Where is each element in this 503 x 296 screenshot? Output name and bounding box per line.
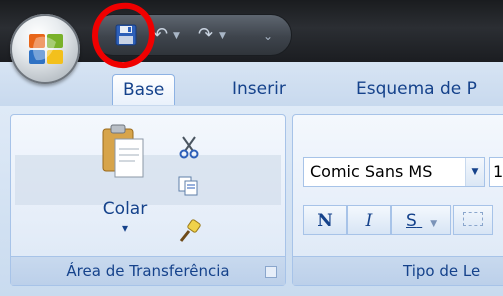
clipboard-group: Colar ▾ Área de Transferência xyxy=(10,114,286,286)
ribbon: Colar ▾ Área de Transferência Comic Sans… xyxy=(0,106,503,296)
customize-toolbar-icon[interactable]: ⌄ xyxy=(263,29,273,43)
font-group: Comic Sans MS ▼ 1 N I S ▼ Tipo de Le xyxy=(292,114,503,286)
clipboard-group-label: Área de Transferência xyxy=(11,256,285,285)
underline-label: S xyxy=(406,211,417,231)
paste-label: Colar xyxy=(102,199,148,219)
font-size-value: 1 xyxy=(493,162,503,181)
clipboard-group-title: Área de Transferência xyxy=(66,262,230,280)
office-button[interactable] xyxy=(10,14,80,84)
tab-base[interactable]: Base xyxy=(112,74,176,105)
strikethrough-icon xyxy=(463,212,483,226)
font-size-select[interactable]: 1 xyxy=(489,157,503,187)
bold-button[interactable]: N xyxy=(303,205,347,235)
tab-esquema-de-pagina[interactable]: Esquema de P xyxy=(346,74,487,104)
italic-label: I xyxy=(365,211,373,231)
font-group-label: Tipo de Le xyxy=(293,256,503,285)
office-logo-icon xyxy=(29,34,63,64)
redo-icon[interactable]: ↷ xyxy=(198,25,213,45)
paste-button[interactable]: Colar ▾ xyxy=(91,123,161,243)
font-name-dropdown-icon[interactable]: ▼ xyxy=(465,158,484,186)
italic-button[interactable]: I xyxy=(347,205,391,235)
copy-icon[interactable] xyxy=(177,175,199,197)
cut-icon[interactable] xyxy=(179,135,199,159)
underline-dropdown-icon[interactable]: ▼ xyxy=(430,209,437,239)
strikethrough-button[interactable] xyxy=(453,205,493,235)
bold-label: N xyxy=(317,211,333,231)
font-name-select[interactable]: Comic Sans MS ▼ xyxy=(303,157,485,187)
clipboard-paste-icon xyxy=(102,124,144,178)
clipboard-dialog-launcher-icon[interactable] xyxy=(265,266,277,278)
underline-button[interactable]: S ▼ xyxy=(391,205,451,235)
redo-dropdown-icon[interactable]: ▼ xyxy=(219,31,226,41)
undo-dropdown-icon[interactable]: ▼ xyxy=(173,31,180,41)
ribbon-tab-strip: Base Inserir Esquema de P xyxy=(0,62,503,107)
font-group-title: Tipo de Le xyxy=(403,262,481,280)
font-name-value: Comic Sans MS xyxy=(310,162,433,181)
undo-icon[interactable]: ↶ xyxy=(153,25,168,45)
paste-dropdown-icon[interactable]: ▾ xyxy=(115,221,135,235)
tab-inserir[interactable]: Inserir xyxy=(222,74,296,104)
format-painter-icon[interactable] xyxy=(177,219,201,245)
